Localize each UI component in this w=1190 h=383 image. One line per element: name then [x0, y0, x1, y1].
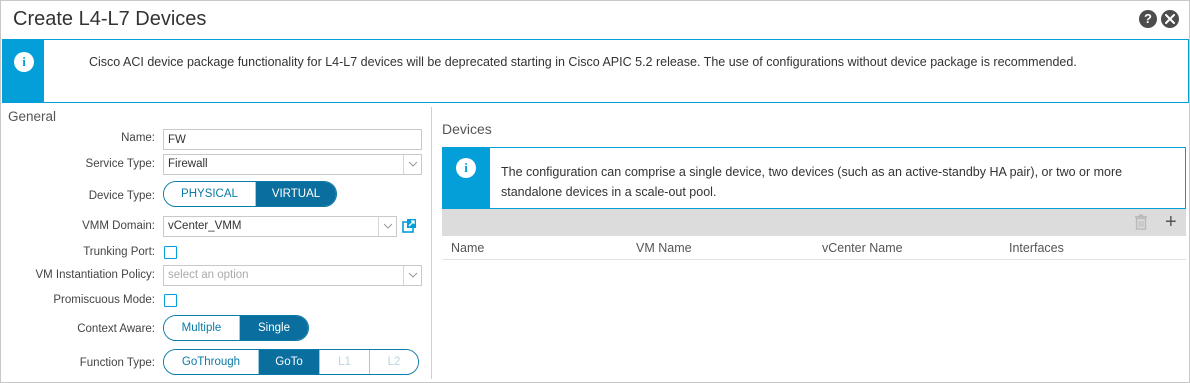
function-type-gothrough[interactable]: GoThrough	[164, 350, 259, 374]
context-aware-label: Context Aware:	[77, 323, 155, 335]
context-aware-single[interactable]: Single	[240, 316, 308, 340]
info-icon: i	[456, 158, 476, 178]
dialog-title: Create L4-L7 Devices	[13, 8, 207, 30]
dialog-title-bar: Create L4-L7 Devices ?	[1, 1, 1189, 39]
name-label: Name:	[121, 132, 155, 144]
section-divider	[431, 107, 432, 379]
chevron-down-icon	[403, 155, 421, 174]
context-aware-toggle: Multiple Single	[163, 315, 309, 341]
service-type-select[interactable]: Firewall	[163, 154, 422, 175]
name-field[interactable]	[163, 129, 422, 150]
info-icon: i	[14, 52, 34, 72]
function-type-label: Function Type:	[79, 357, 155, 369]
column-header-interfaces[interactable]: Interfaces	[1009, 241, 1064, 255]
function-type-toggle: GoThrough GoTo L1 L2	[163, 349, 419, 375]
vmm-domain-select[interactable]: vCenter_VMM	[163, 216, 397, 237]
function-type-goto[interactable]: GoTo	[259, 350, 320, 374]
chevron-down-icon	[403, 266, 421, 285]
help-button[interactable]: ?	[1139, 10, 1157, 28]
general-section-label: General	[8, 109, 57, 124]
vmm-domain-label: VMM Domain:	[82, 220, 155, 232]
devices-toolbar: +	[442, 209, 1186, 236]
devices-info-strip: i	[443, 148, 490, 208]
vm-instantiation-policy-label: VM Instantiation Policy:	[35, 269, 155, 281]
chevron-down-icon	[378, 217, 396, 236]
create-l4-l7-devices-dialog: Create L4-L7 Devices ? i Cisco ACI devic…	[0, 0, 1190, 383]
column-header-vcenter-name[interactable]: vCenter Name	[822, 241, 903, 255]
service-type-value: Firewall	[168, 158, 208, 170]
devices-info-banner: i The configuration can comprise a singl…	[442, 147, 1186, 209]
column-header-name[interactable]: Name	[451, 241, 484, 255]
close-icon	[1165, 14, 1175, 24]
close-button[interactable]	[1161, 10, 1179, 28]
service-type-label: Service Type:	[85, 158, 155, 170]
vm-instantiation-policy-select[interactable]: select an option	[163, 265, 422, 286]
trunking-port-checkbox[interactable]	[164, 246, 177, 259]
banner-message: Cisco ACI device package functionality f…	[89, 55, 1077, 69]
promiscuous-mode-label: Promiscuous Mode:	[53, 294, 155, 306]
function-type-l2[interactable]: L2	[370, 350, 418, 374]
open-external-icon[interactable]	[402, 218, 417, 233]
column-header-vm-name[interactable]: VM Name	[636, 241, 692, 255]
context-aware-multiple[interactable]: Multiple	[164, 316, 240, 340]
plus-icon[interactable]: +	[1165, 212, 1177, 232]
device-type-label: Device Type:	[88, 190, 155, 202]
vm-instantiation-policy-placeholder: select an option	[168, 269, 249, 281]
table-header-divider	[442, 259, 1186, 260]
device-type-physical[interactable]: PHYSICAL	[164, 182, 256, 206]
banner-icon-strip: i	[3, 40, 44, 102]
promiscuous-mode-checkbox[interactable]	[164, 294, 177, 307]
device-type-virtual[interactable]: VIRTUAL	[256, 182, 336, 206]
deprecation-banner: i Cisco ACI device package functionality…	[2, 39, 1189, 103]
trash-icon[interactable]	[1134, 214, 1148, 230]
devices-section-label: Devices	[442, 121, 492, 137]
devices-info-message: The configuration can comprise a single …	[501, 165, 1123, 199]
trunking-port-label: Trunking Port:	[83, 246, 155, 258]
device-type-toggle: PHYSICAL VIRTUAL	[163, 181, 337, 207]
vmm-domain-value: vCenter_VMM	[168, 220, 242, 232]
function-type-l1[interactable]: L1	[320, 350, 370, 374]
